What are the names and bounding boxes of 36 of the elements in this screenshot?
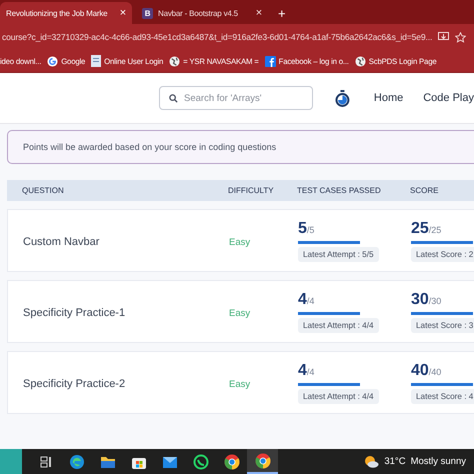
column-header: TEST CASES PASSED [297,186,382,195]
latest-score-tag: Latest Score : 2 [411,246,474,262]
column-header: QUESTION [21,186,65,195]
nav-link[interactable]: Home [374,92,404,104]
difficulty-label: Easy [229,236,250,248]
tab-title: Navbar - Bootstrap v4.5 [158,8,239,18]
difficulty-label: Easy [229,308,250,318]
latest-attempt-tag: Latest Attempt : 5/5 [298,246,379,262]
question-title[interactable]: Specificity Practice-1 [23,306,126,318]
browser-tab[interactable]: B Navbar - Bootstrap v4.5 × [136,2,268,24]
latest-score-tag: Latest Score : 4 [411,388,474,404]
column-header: DIFFICULTY [228,186,275,195]
close-tab-button[interactable]: × [120,7,126,19]
score-value: 25/25 [411,220,442,238]
close-tab-button[interactable]: × [256,7,262,19]
latest-attempt-tag: Latest Attempt : 4/4 [298,318,379,332]
test-cases-value: 5/5 [298,220,316,238]
site-logo: B [142,8,153,18]
score-value: 40/40 [411,362,442,380]
column-header: SCORE [410,186,438,195]
info-banner: Points will be awarded based on your score in coding questions [7,130,474,164]
new-tab-button[interactable]: + [272,2,292,24]
weather-text: Mostly sunny [410,456,466,467]
latest-attempt-tag: Latest Attempt : 4/4 [298,388,379,404]
score-value: 30/30 [411,290,442,308]
search-field[interactable]: Search for 'Arrays' [159,86,313,110]
difficulty-label: Easy [229,378,250,390]
test-cases-value: 4/4 [298,362,316,380]
question-title[interactable]: Specificity Practice-2 [23,378,126,390]
temperature-text: 31°C [384,456,406,467]
nav-link[interactable]: Code Play [423,92,474,104]
tab-title: Revolutionizing the Job Marke [6,8,108,18]
test-cases-value: 4/4 [298,290,316,308]
browser-tab[interactable]: Revolutionizing the Job Marke × [0,2,132,24]
question-title[interactable]: Custom Navbar [23,236,100,248]
latest-score-tag: Latest Score : 3 [411,318,474,332]
